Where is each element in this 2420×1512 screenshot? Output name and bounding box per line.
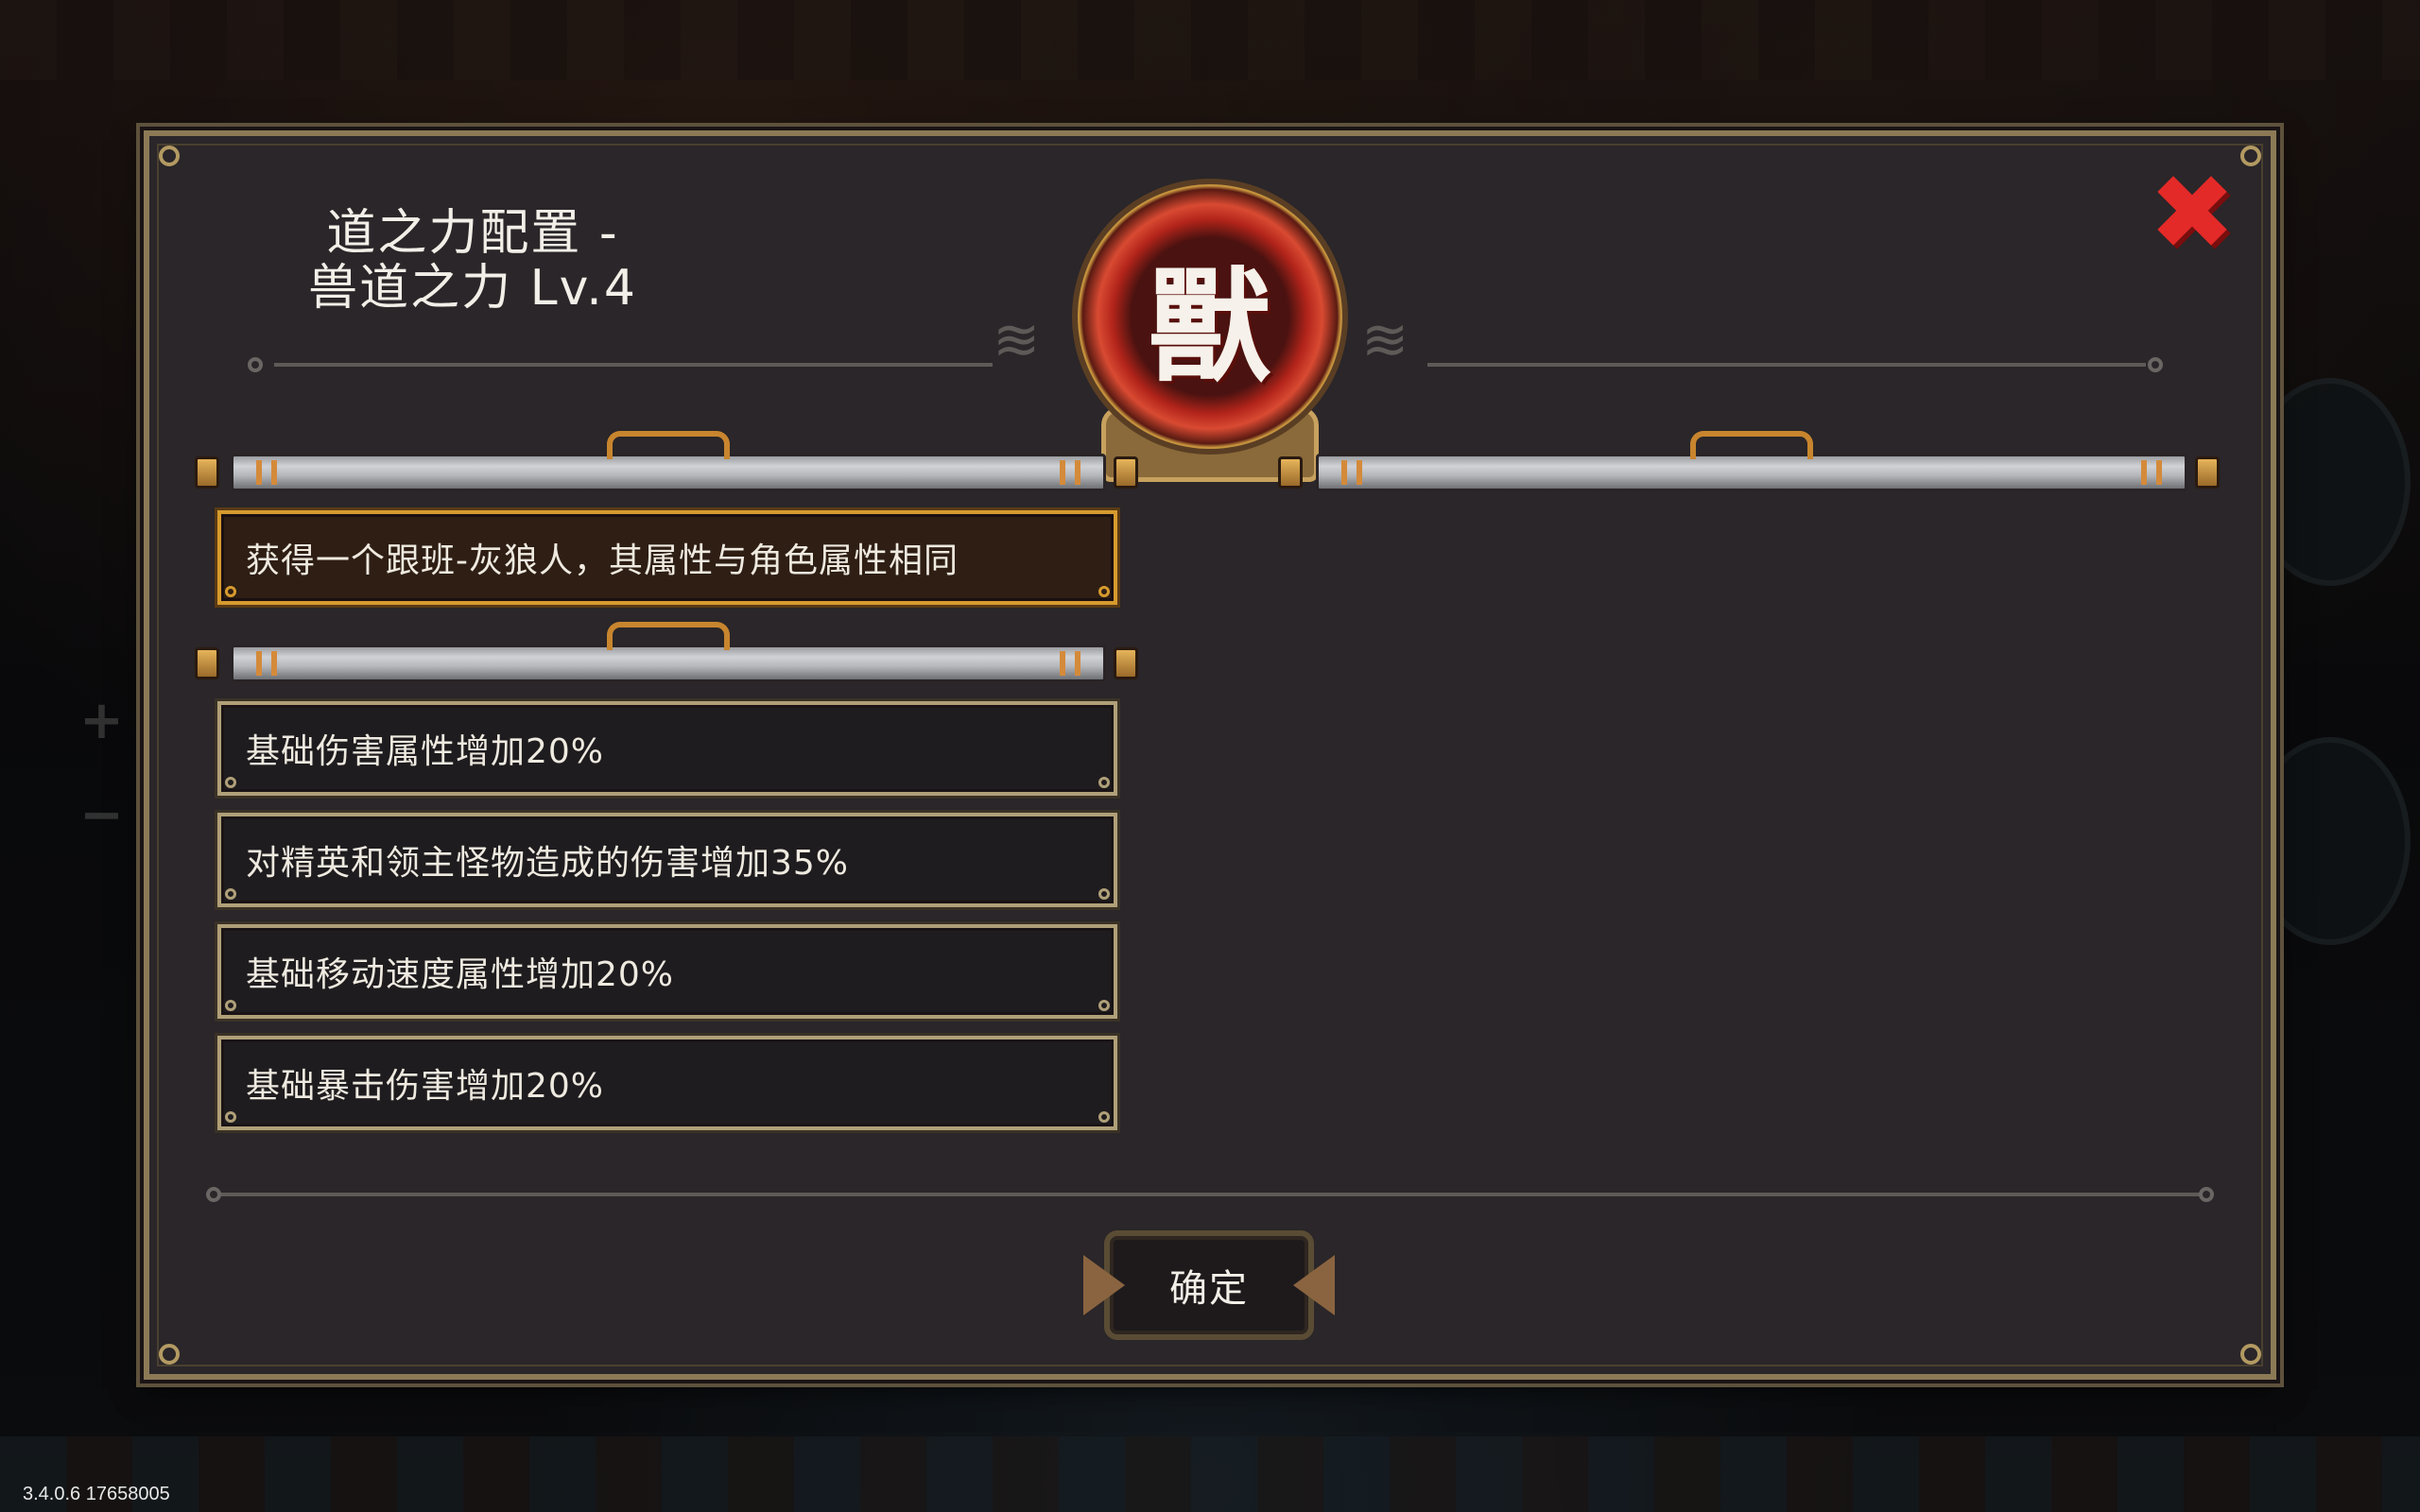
corner-ornament: [2240, 1344, 2261, 1365]
close-button[interactable]: ✖: [2148, 152, 2237, 273]
top-divider-left: [274, 363, 993, 367]
title-line-1: 道之力配置 -: [326, 205, 619, 262]
rod-cap: [2195, 456, 2220, 489]
primary-effect-item[interactable]: 获得一个跟班-灰狼人，其属性与角色属性相同: [217, 510, 1117, 605]
close-icon: ✖: [2148, 152, 2237, 273]
top-divider-right: [1427, 363, 2146, 367]
dialog-title: 道之力配置 - 兽道之力 Lv.4: [260, 206, 685, 316]
rod-cap: [1114, 456, 1138, 489]
effect-item[interactable]: 对精英和领主怪物造成的伤害增加35%: [217, 813, 1117, 907]
divider-end-ornament: [2199, 1187, 2214, 1202]
divider-end-ornament: [206, 1187, 221, 1202]
confirm-button-label: 确定: [1169, 1267, 1249, 1311]
rod-handle: [607, 431, 730, 459]
corner-ornament: [159, 1344, 180, 1365]
scroll-rod: [231, 454, 1106, 491]
cloud-ornament-icon: ≋: [993, 307, 1041, 373]
divider-end-ornament: [248, 357, 263, 372]
scroll-rod: [1316, 454, 2187, 491]
effect-text: 对精英和领主怪物造成的伤害增加35%: [246, 844, 850, 883]
corner-ornament: [2240, 146, 2261, 166]
effect-item[interactable]: 基础暴击伤害增加20%: [217, 1036, 1117, 1130]
rod-handle: [607, 622, 730, 650]
version-text: 3.4.0.6 17658005: [23, 1484, 170, 1504]
corner-ornament: [159, 146, 180, 166]
divider-end-ornament: [2148, 357, 2163, 372]
confirm-button[interactable]: 确定: [1066, 1219, 1352, 1351]
cloud-ornament-icon: ≋: [1361, 307, 1409, 373]
effect-text: 基础伤害属性增加20%: [246, 732, 605, 771]
effect-item[interactable]: 基础移动速度属性增加20%: [217, 924, 1117, 1019]
rod-cap: [195, 647, 219, 679]
rod-cap: [1114, 647, 1138, 679]
arrow-right-icon: [1083, 1255, 1125, 1315]
primary-effect-text: 获得一个跟班-灰狼人，其属性与角色属性相同: [246, 541, 959, 580]
arrow-left-icon: [1293, 1255, 1335, 1315]
title-line-2: 兽道之力 Lv.4: [308, 260, 637, 317]
rod-handle: [1690, 431, 1813, 459]
effect-text: 基础暴击伤害增加20%: [246, 1067, 605, 1106]
effect-item[interactable]: 基础伤害属性增加20%: [217, 701, 1117, 796]
emblem-character: 獸: [1148, 254, 1271, 399]
rod-cap: [195, 456, 219, 489]
bottom-divider: [217, 1193, 2208, 1196]
rod-cap: [1278, 456, 1303, 489]
scroll-rod: [231, 644, 1106, 682]
effect-text: 基础移动速度属性增加20%: [246, 955, 675, 994]
